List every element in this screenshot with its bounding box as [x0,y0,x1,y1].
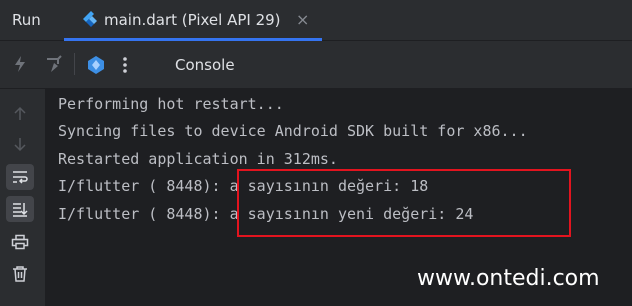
console-side-toolbar [0,89,46,306]
trash-icon[interactable] [6,261,34,287]
dart-icon [82,11,98,33]
hot-restart-icon[interactable] [44,55,64,77]
console-line: Restarted application in 312ms. [58,150,338,168]
watermark: www.ontedi.com [417,266,600,291]
console-line: Syncing files to device Android SDK buil… [58,122,528,140]
console-line: Performing hot restart... [58,95,284,113]
tool-window-header: Run main.dart (Pixel API 29) × [0,0,632,41]
tab-main-dart[interactable]: main.dart (Pixel API 29) × [64,0,322,41]
run-tool-window-title: Run [12,11,41,29]
flutter-devtools-icon[interactable] [86,55,106,79]
print-icon[interactable] [6,229,34,255]
soft-wrap-icon[interactable] [6,164,34,190]
console-tab[interactable]: Console [175,56,235,74]
arrow-down-icon[interactable] [6,131,34,157]
arrow-up-icon[interactable] [6,101,34,127]
run-toolbar: Console [0,41,632,89]
toolbar-separator [74,53,75,75]
close-icon[interactable]: × [296,10,309,29]
highlight-box [237,169,571,237]
hot-reload-icon[interactable] [12,55,28,77]
scroll-to-end-icon[interactable] [6,196,34,222]
tab-label: main.dart (Pixel API 29) [104,11,281,29]
more-options-icon[interactable] [122,55,128,79]
